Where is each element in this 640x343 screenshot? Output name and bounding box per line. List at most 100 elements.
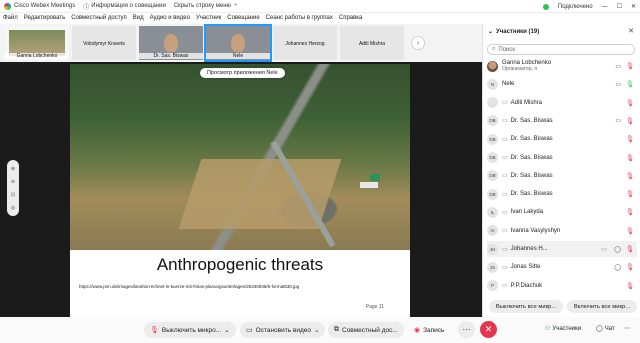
record-button[interactable]: ◉ Запись	[408, 322, 450, 338]
zoom-reset-icon[interactable]: ◎	[11, 205, 15, 211]
video-tile[interactable]: Nele	[204, 24, 272, 62]
tile-name: Volodymyr Kravets	[83, 41, 125, 47]
mic-off-icon[interactable]: 🎙︎	[626, 117, 634, 125]
menu-item[interactable]: Файл	[3, 15, 18, 21]
truck	[360, 182, 378, 188]
mute-all-button[interactable]: Выключить все микр...	[489, 300, 563, 313]
zoom-toolbar: ⊕ ⊖ ⊡ ◎	[7, 160, 19, 216]
participants-header[interactable]: ⌄ Участники (19)	[488, 28, 539, 36]
menu-item[interactable]: Совместный доступ	[71, 15, 127, 21]
unmute-all-button[interactable]: Включить все микр...	[567, 300, 637, 313]
participant-row[interactable]: IV ▭ Ivanna Vasylyshyn 🎙︎	[487, 223, 637, 239]
zoom-out-icon[interactable]: ⊖	[11, 179, 15, 185]
mute-button[interactable]: 🎙︎ Выключить микро... ⌄	[144, 322, 236, 338]
more-icon: ⋯	[624, 326, 630, 332]
video-tile[interactable]: Aditi Mishra	[340, 26, 404, 60]
participant-row[interactable]: ▭ Aditi Mishra 🎙︎	[487, 95, 637, 111]
mic-off-icon[interactable]: 🎙︎	[626, 99, 634, 107]
maximize-icon[interactable]: ☐	[617, 3, 622, 10]
window-controls: Подключено — ☐ ✕	[542, 0, 636, 13]
video-icon[interactable]: ▭	[615, 117, 621, 124]
menu-item[interactable]: Сеанс работы в группах	[266, 15, 333, 21]
mic-off-icon[interactable]: 🎙︎	[626, 190, 634, 198]
close-icon[interactable]: ✕	[631, 3, 636, 10]
participant-row[interactable]: IL ▭ Ivan Lakyda 🎙︎	[487, 204, 637, 220]
minimize-icon[interactable]: —	[602, 4, 608, 10]
participant-row[interactable]: DB ▭ Dr. Sas. Biswas 🎙︎	[487, 168, 637, 184]
slide-title: Anthropogenic threats	[156, 255, 324, 274]
slide-source-url: https://www.pnn.de/images/landrat-rechne…	[79, 284, 300, 289]
chevron-down-icon: ⌄	[488, 29, 494, 35]
menu-item[interactable]: Аудио и видео	[150, 15, 190, 21]
webex-logo-icon	[4, 2, 11, 10]
chat-toggle[interactable]: ◯ Чат	[596, 325, 615, 333]
participant-name: P.P.Diachuk	[510, 282, 543, 289]
participant-row[interactable]: DB ▭ Dr. Sas. Biswas 🎙︎	[487, 150, 637, 166]
connected-icon	[542, 3, 549, 10]
title-bar: Cisco Webex Meetings ⓘ Информация о сове…	[0, 0, 640, 13]
mic-off-icon[interactable]: 🎙︎	[626, 282, 634, 290]
participant-name-block: Aditi Mishra	[511, 100, 542, 106]
shared-slide: Anthropogenic threats https://www.pnn.de…	[70, 64, 410, 317]
mic-off-icon[interactable]: 🎙︎	[626, 208, 634, 216]
menu-item[interactable]: Участник	[196, 15, 221, 21]
share-label: Совместный дос...	[342, 326, 398, 334]
participant-row[interactable]: JH ▭ Johannes H... ▭ ◯ 🎙︎	[487, 241, 637, 257]
participant-row[interactable]: DB ▭ Dr. Sas. Biswas ▭ 🎙︎	[487, 113, 637, 129]
participant-row[interactable]: DB ▭ Dr. Sas. Biswas 🎙︎	[487, 186, 637, 202]
mic-off-icon[interactable]: 🎙︎	[626, 154, 634, 162]
stop-video-button[interactable]: ▭ Остановить видео ⌄	[240, 322, 326, 338]
roof	[370, 174, 380, 181]
participant-name: Nele	[502, 81, 515, 88]
menu-item[interactable]: Справка	[339, 15, 363, 21]
video-tile[interactable]: Johannes Herzog	[273, 26, 337, 60]
device-icon: ▭	[502, 100, 508, 107]
participant-name-block: Dr. Sas. Biswas	[511, 118, 553, 124]
avatar: DB	[487, 188, 498, 200]
mic-off-icon[interactable]: 🎙︎	[626, 263, 634, 271]
meeting-info-button[interactable]: ⓘ Информация о совещании	[83, 2, 166, 11]
hide-menu-button[interactable]: Скрыть строку меню ⌃	[174, 3, 238, 10]
share-button[interactable]: ⧉ Совместный дос...	[328, 322, 404, 338]
video-icon[interactable]: ▭	[615, 81, 621, 88]
video-tile[interactable]: Volodymyr Kravets	[72, 26, 136, 60]
more-panels-button[interactable]: ⋯	[624, 325, 630, 332]
close-panel-icon[interactable]: ✕	[628, 27, 634, 35]
mic-on-icon[interactable]: 🎙︎	[626, 80, 634, 88]
chat-icon[interactable]: ◯	[614, 264, 621, 271]
mic-off-icon[interactable]: 🎙︎	[626, 172, 634, 180]
participant-name-block: Ivanna Vasylyshyn	[511, 228, 561, 234]
video-tile[interactable]: Ganna Lobchenko	[5, 26, 69, 60]
video-tile[interactable]: Dr. Sas. Biswas	[139, 26, 203, 60]
device-icon: ▭	[502, 228, 508, 235]
fit-icon[interactable]: ⊡	[11, 192, 15, 198]
device-icon: ▭	[502, 283, 508, 290]
end-meeting-button[interactable]: ✕	[480, 321, 497, 338]
app-name: Cisco Webex Meetings	[14, 3, 76, 9]
participant-row[interactable]: DB ▭ Dr. Sas. Biswas 🎙︎	[487, 131, 637, 147]
mic-off-icon[interactable]: 🎙︎	[626, 135, 634, 143]
participant-row[interactable]: P ▭ P.P.Diachuk 🎙︎	[487, 278, 637, 294]
zoom-in-icon[interactable]: ⊕	[11, 166, 15, 172]
menu-item[interactable]: Вид	[133, 15, 144, 21]
menu-item[interactable]: Совещание	[227, 15, 259, 21]
participants-toggle[interactable]: ⚇ Участники	[545, 325, 581, 333]
chat-icon[interactable]: ◯	[614, 246, 621, 253]
participant-name-block: P.P.Diachuk	[511, 283, 542, 289]
participant-row[interactable]: N Nele ▭ 🎙︎	[487, 76, 637, 92]
device-icon: ▭	[502, 246, 508, 253]
mic-off-icon: 🎙︎	[150, 327, 159, 334]
mic-off-icon[interactable]: 🎙︎	[626, 227, 634, 235]
avatar: DB	[487, 152, 498, 163]
participant-name: Dr. Sas. Biswas	[510, 154, 553, 161]
participant-row[interactable]: Ganna Lobchenko Организатор, я ▭ 🎙︎	[487, 58, 637, 74]
strip-next-button[interactable]: ›	[411, 36, 425, 50]
participant-search-input[interactable]: ⌕ Поиск	[487, 44, 635, 55]
mic-off-icon[interactable]: 🎙︎	[626, 62, 634, 70]
menu-item[interactable]: Редактировать	[24, 15, 65, 21]
more-options-button[interactable]: ⋯	[458, 321, 475, 338]
chat-label: Чат	[604, 325, 615, 332]
video-icon[interactable]: ▭	[615, 63, 621, 70]
participant-row[interactable]: JS ▭ Jonas Sitte ◯ 🎙︎	[487, 259, 637, 275]
mic-off-icon[interactable]: 🎙︎	[626, 245, 634, 253]
